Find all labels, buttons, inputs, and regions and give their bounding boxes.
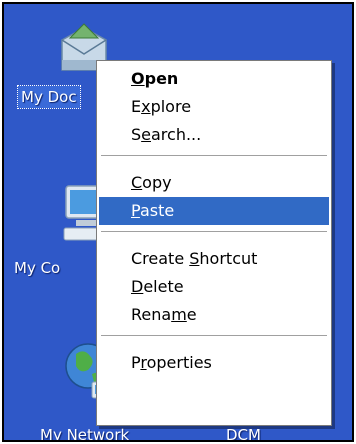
menu-separator — [101, 155, 327, 157]
menu-separator — [101, 231, 327, 233]
my-network-label[interactable]: My Network — [40, 426, 129, 440]
dcm-label[interactable]: DCM — [226, 426, 261, 440]
context-menu: Open Explore Search... Copy Paste Create… — [96, 60, 332, 426]
menu-item-delete[interactable]: Delete — [99, 273, 329, 301]
menu-item-search[interactable]: Search... — [99, 121, 329, 149]
menu-item-properties[interactable]: Properties — [99, 349, 329, 377]
menu-separator — [101, 335, 327, 337]
menu-item-copy[interactable]: Copy — [99, 169, 329, 197]
menu-item-rename[interactable]: Rename — [99, 301, 329, 329]
my-computer-label[interactable]: My Co — [14, 259, 60, 277]
menu-item-paste[interactable]: Paste — [99, 197, 329, 225]
menu-item-explore[interactable]: Explore — [99, 93, 329, 121]
my-documents-label[interactable]: My Doc — [17, 85, 81, 109]
menu-item-create-shortcut[interactable]: Create Shortcut — [99, 245, 329, 273]
menu-item-open[interactable]: Open — [99, 65, 329, 93]
